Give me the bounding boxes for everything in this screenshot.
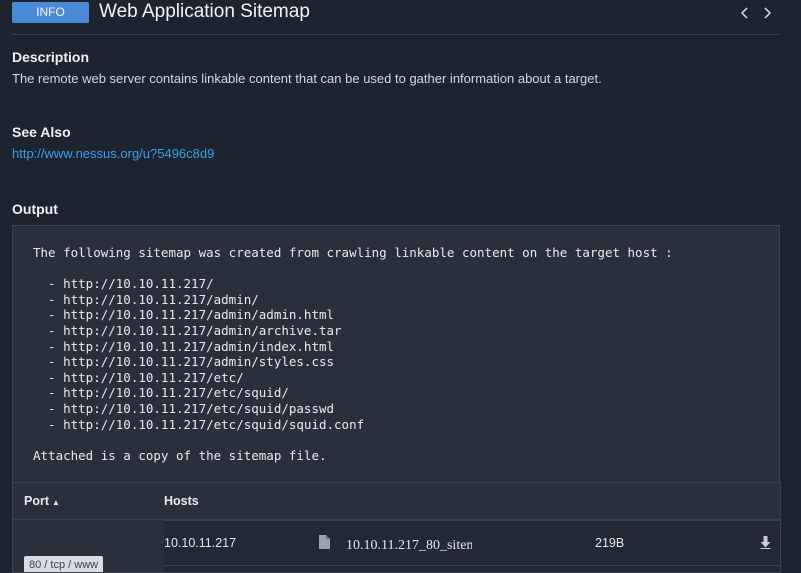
attachment-file-name[interactable]: 10.10.11.217_80_sitemap [346,538,472,554]
chevron-right-icon[interactable] [759,4,775,22]
description-heading: Description [12,49,90,65]
download-icon[interactable] [760,536,771,549]
output-heading: Output [12,201,58,217]
port-column-header[interactable]: Port ▲ [24,494,60,508]
file-icon [318,535,330,549]
see-also-link[interactable]: http://www.nessus.org/u?5496c8d9 [12,146,214,161]
output-text: The following sitemap was created from c… [33,245,673,463]
description-text: The remote web server contains linkable … [12,71,602,86]
row-divider [164,565,780,566]
host-ip[interactable]: 10.10.11.217 [164,536,236,550]
chevron-left-icon[interactable] [737,4,753,22]
ports-table: Port ▲ Hosts 10.10.11.217 10.10.11.217_80… [12,482,781,573]
port-header-label: Port [24,494,49,508]
side-panel-clipped-text [796,14,801,24]
port-tag[interactable]: 80 / tcp / www [24,556,104,572]
output-box: The following sitemap was created from c… [12,225,780,482]
severity-badge: INFO [12,2,89,23]
see-also-heading: See Also [12,124,71,140]
attachment-file-size: 219B [595,536,625,550]
plugin-title: Web Application Sitemap [99,1,310,22]
hosts-column-header: Hosts [164,494,199,508]
plugin-header: INFO Web Application Sitemap [12,0,779,35]
sort-ascending-icon: ▲ [52,498,60,507]
